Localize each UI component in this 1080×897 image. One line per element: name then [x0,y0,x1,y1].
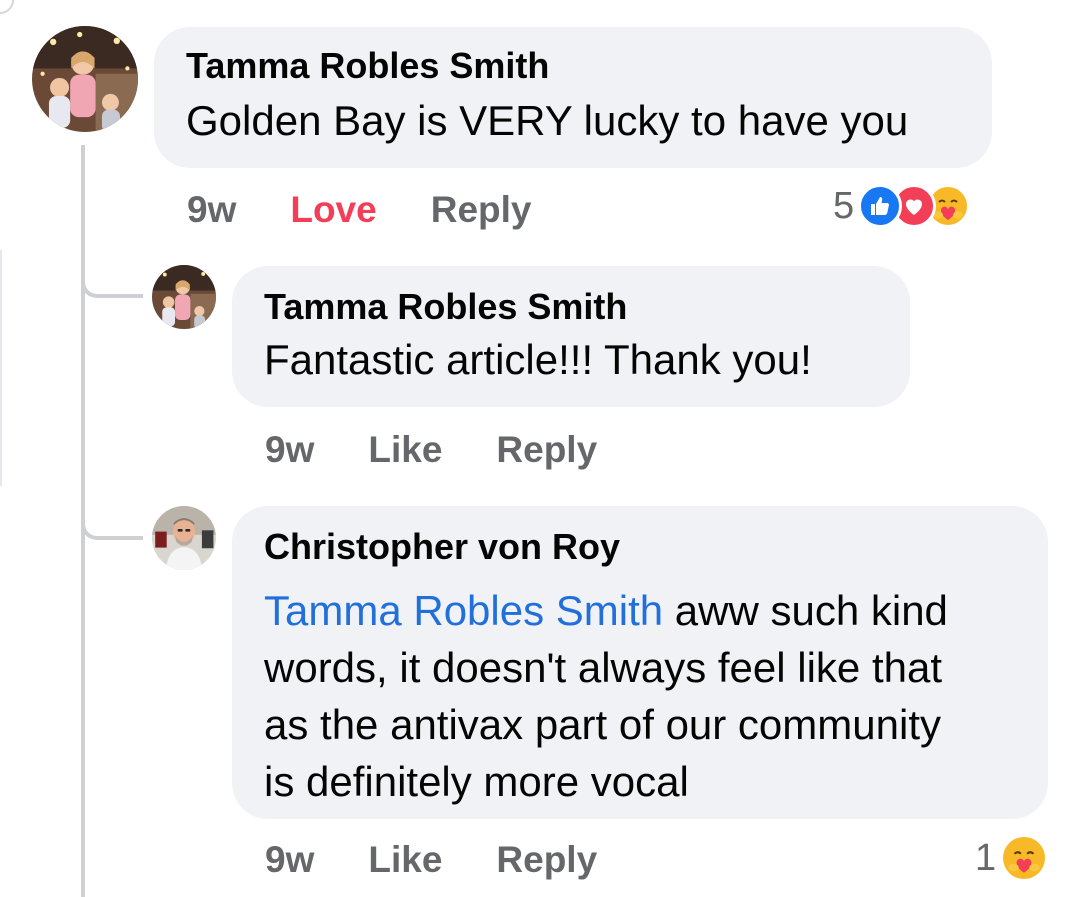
comment-actions: 9w Like Reply [265,428,597,472]
profile-photo [152,265,216,329]
comment-author[interactable]: Christopher von Roy [264,526,1018,568]
thread-connector [81,522,143,540]
reaction-count: 1 [975,836,997,879]
comment-text: Tamma Robles Smith aww such kind words, … [264,582,1018,810]
comment-text-line: as the antivax part of our community [264,701,941,748]
reaction-button[interactable]: Love [290,189,376,231]
comment-text-line: aww such kind [663,587,948,634]
comment-bubble: Christopher von Roy Tamma Robles Smith a… [232,506,1048,819]
comment-timestamp[interactable]: 9w [187,189,236,231]
edge-divider [0,250,2,486]
reaction-summary[interactable]: 1 [975,834,1049,882]
like-icon [858,184,903,228]
comment-text: Fantastic article!!! Thank you! [264,336,812,383]
comment-actions: 9w Love Reply [187,188,531,232]
thread-connector [81,280,143,298]
mention-link[interactable]: Tamma Robles Smith [264,587,663,634]
comment-bubble: Tamma Robles Smith Golden Bay is VERY lu… [154,27,992,168]
reply-button[interactable]: Reply [496,839,597,881]
profile-photo [32,26,138,132]
reaction-count: 5 [833,184,855,227]
comment-timestamp[interactable]: 9w [265,839,314,881]
comment-thread: Tamma Robles Smith Golden Bay is VERY lu… [0,0,1080,897]
comment-actions: 9w Like Reply [265,838,597,882]
care-icon [1000,834,1049,882]
thread-line [81,145,85,897]
comment-timestamp[interactable]: 9w [265,429,314,471]
profile-photo [152,506,216,570]
corner-fragment [0,0,14,14]
comment-bubble: Tamma Robles Smith Fantastic article!!! … [232,266,910,407]
comment-text: Golden Bay is VERY lucky to have you [186,97,909,144]
comment-text-line: is definitely more vocal [264,758,689,805]
comment-author[interactable]: Tamma Robles Smith [186,45,962,87]
avatar[interactable] [32,26,138,132]
avatar[interactable] [152,265,216,329]
comment-text-line: words, it doesn't always feel like that [264,644,943,691]
avatar[interactable] [152,506,216,570]
reaction-summary[interactable]: 5 [833,184,971,228]
like-button[interactable]: Like [368,429,442,471]
comment-author[interactable]: Tamma Robles Smith [264,286,880,328]
reply-button[interactable]: Reply [496,429,597,471]
like-button[interactable]: Like [368,839,442,881]
reply-button[interactable]: Reply [431,189,532,231]
